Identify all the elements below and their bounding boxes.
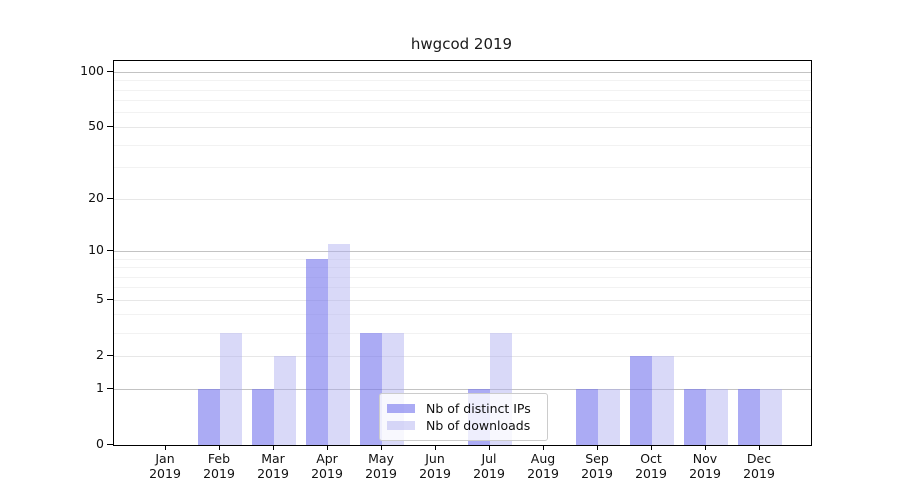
x-tick-mark: [542, 445, 544, 450]
legend: Nb of distinct IPs Nb of downloads: [379, 393, 548, 441]
y-tick-mark: [107, 249, 113, 251]
x-tick-mark: [218, 445, 220, 450]
bar-downloads: [760, 389, 782, 445]
x-tick-mark: [650, 445, 652, 450]
legend-item-distinct-ips: Nb of distinct IPs: [387, 400, 539, 417]
bar-distinct-ips: [630, 356, 652, 445]
legend-swatch-distinct-ips-icon: [387, 404, 415, 413]
gridline: [114, 71, 811, 73]
x-tick-label: Feb 2019: [203, 451, 235, 481]
legend-label-distinct-ips: Nb of distinct IPs: [426, 401, 531, 416]
legend-label-downloads: Nb of downloads: [426, 418, 531, 433]
x-tick-mark: [164, 445, 166, 450]
gridline: [114, 299, 811, 301]
x-tick-label: Jan 2019: [149, 451, 181, 481]
y-tick-label: 0: [96, 436, 104, 451]
x-tick-label: May 2019: [365, 451, 397, 481]
gridline: [114, 355, 811, 357]
x-tick-mark: [380, 445, 382, 450]
gridline: [114, 100, 811, 102]
legend-item-downloads: Nb of downloads: [387, 417, 539, 434]
legend-swatch-downloads-icon: [387, 421, 415, 430]
bar-distinct-ips: [738, 389, 760, 445]
x-tick-label: Jul 2019: [473, 451, 505, 481]
x-tick-mark: [704, 445, 706, 450]
bar-distinct-ips: [306, 259, 328, 445]
y-tick-label: 5: [96, 291, 104, 307]
gridline: [114, 287, 811, 289]
plot-area: Nb of distinct IPs Nb of downloads: [113, 60, 812, 446]
bar-distinct-ips: [198, 389, 220, 445]
x-tick-mark: [596, 445, 598, 450]
y-tick-label: 50: [88, 118, 104, 134]
x-tick-mark: [758, 445, 760, 450]
bar-distinct-ips: [684, 389, 706, 445]
y-tick-mark: [107, 125, 113, 128]
bar-downloads: [220, 333, 242, 445]
x-tick-label: Aug 2019: [527, 451, 559, 481]
gridline: [114, 89, 811, 91]
bar-downloads: [706, 389, 728, 445]
gridline: [114, 126, 811, 128]
x-tick-mark: [326, 445, 328, 450]
x-tick-label: Nov 2019: [689, 451, 721, 481]
gridline: [114, 112, 811, 114]
bar-distinct-ips: [576, 389, 598, 445]
x-tick-label: Sep 2019: [581, 451, 613, 481]
y-tick-label: 2: [96, 347, 104, 363]
bar-downloads: [274, 356, 296, 445]
gridline: [114, 314, 811, 316]
y-tick-label: 10: [88, 242, 104, 258]
y-tick-label: 20: [88, 190, 104, 206]
x-tick-mark: [434, 445, 436, 450]
y-tick-mark: [107, 197, 113, 199]
bar-downloads: [598, 389, 620, 445]
figure: hwgcod 2019 Nb of distinct IPs Nb of dow…: [0, 0, 900, 500]
y-tick-mark: [107, 387, 113, 389]
gridline: [114, 276, 811, 278]
y-tick-mark: [107, 70, 113, 72]
gridline: [114, 267, 811, 268]
x-tick-label: Jun 2019: [419, 451, 451, 481]
y-tick-mark: [107, 298, 113, 300]
y-tick-label: 100: [80, 63, 104, 79]
x-tick-label: Apr 2019: [311, 451, 343, 481]
x-tick-label: Oct 2019: [635, 451, 667, 481]
bar-downloads: [652, 356, 674, 445]
gridline: [114, 332, 811, 334]
x-tick-mark: [272, 445, 274, 450]
y-tick-mark: [107, 443, 113, 445]
y-tick-mark: [107, 354, 113, 356]
gridline: [114, 144, 811, 146]
gridline: [114, 167, 811, 169]
gridline: [114, 258, 811, 260]
x-tick-mark: [488, 445, 490, 450]
x-tick-label: Mar 2019: [257, 451, 289, 481]
gridline: [114, 80, 811, 82]
x-tick-label: Dec 2019: [743, 451, 775, 481]
bar-downloads: [328, 244, 350, 445]
gridline: [114, 250, 811, 252]
y-tick-label: 1: [96, 380, 104, 395]
bar-distinct-ips: [252, 389, 274, 445]
gridline: [114, 198, 811, 200]
chart-title: hwgcod 2019: [410, 35, 513, 53]
